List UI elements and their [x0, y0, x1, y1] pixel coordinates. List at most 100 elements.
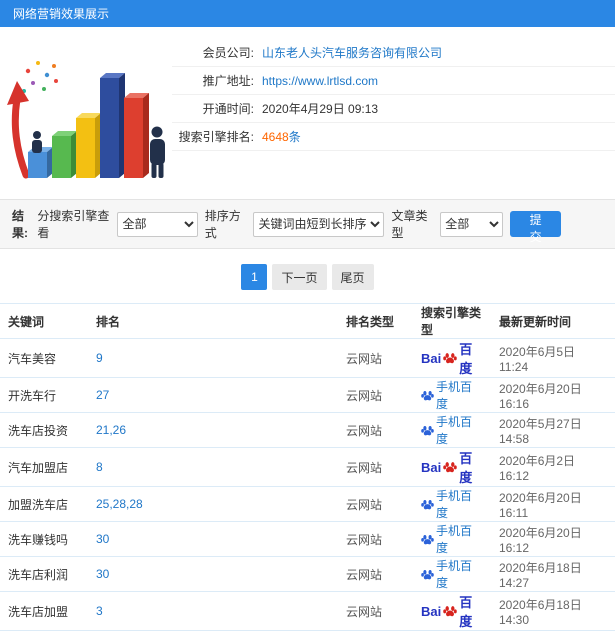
filter-bar: 结果: 分搜索引擎查看 全部 排序方式 关键词由短到长排序 文章类型 全部 提交 [0, 199, 615, 249]
baidu-logo: Bai 百度 [421, 448, 483, 486]
engine-filter-select[interactable]: 全部 [117, 211, 198, 237]
keyword-cell: 洗车赚钱吗 [0, 521, 88, 557]
mobile-baidu-logo: 手机百度 [421, 413, 483, 447]
mobile-baidu-label: 手机百度 [436, 489, 473, 520]
baidu-logo: Bai 百度 [421, 592, 483, 630]
rank-type-cell: 云网站 [338, 412, 413, 448]
rank-cell[interactable]: 30 [88, 556, 338, 592]
baidu-paw-icon [443, 351, 458, 365]
mobile-baidu-logo: 手机百度 [421, 378, 483, 412]
rank-type-cell: 云网站 [338, 486, 413, 522]
rank-type-cell: 云网站 [338, 556, 413, 592]
info-row-company: 会员公司: 山东老人头汽车服务咨询有限公司 [172, 39, 615, 67]
bars [28, 73, 149, 178]
rank-cell[interactable]: 9 [88, 338, 338, 378]
baidu-logo-suffix: 百度 [459, 451, 473, 485]
rank-cell[interactable]: 30 [88, 521, 338, 557]
keyword-cell: 汽车美容 [0, 338, 88, 378]
keyword-cell: 开洗车行 [0, 377, 88, 413]
col-header-keyword: 关键词 [0, 303, 88, 339]
col-header-rank-type: 排名类型 [338, 303, 413, 339]
table-row: 洗车赚钱吗 30 云网站 手机百度 2020年6月20日 16:12 [0, 521, 615, 557]
businessman-figure [150, 126, 165, 178]
engine-cell: 手机百度 [413, 556, 491, 592]
table-row: 洗车店投资 21,26 云网站 手机百度 2020年5月27日 14:58 [0, 412, 615, 448]
info-fields: 会员公司: 山东老人头汽车服务咨询有限公司 推广地址: https://www.… [172, 33, 615, 183]
baidu-logo: Bai 百度 [421, 339, 483, 377]
results-section-label: 结果: [12, 209, 28, 240]
rank-type-cell: 云网站 [338, 377, 413, 413]
rank-cell[interactable]: 8 [88, 447, 338, 487]
sort-mode-select[interactable]: 关键词由短到长排序 [253, 211, 385, 237]
page-button-current[interactable]: 1 [241, 264, 268, 290]
pagination: 1 下一页 尾页 [0, 264, 615, 290]
baidu-logo-prefix: Bai [421, 459, 442, 475]
rank-cell[interactable]: 21,26 [88, 412, 338, 448]
time-cell: 2020年6月20日 16:11 [491, 486, 615, 522]
keyword-cell: 洗车店加盟 [0, 591, 88, 631]
submit-button[interactable]: 提交 [510, 211, 562, 244]
time-cell: 2020年6月20日 16:16 [491, 377, 615, 413]
small-businessman-figure [32, 131, 42, 153]
mobile-baidu-paw-icon [421, 498, 434, 511]
rank-cell[interactable]: 25,28,28 [88, 486, 338, 522]
time-cell: 2020年6月20日 16:12 [491, 521, 615, 557]
mobile-baidu-paw-icon [421, 389, 434, 402]
baidu-logo-prefix: Bai [421, 603, 442, 619]
engine-cell: 手机百度 [413, 486, 491, 522]
table-row: 开洗车行 27 云网站 手机百度 2020年6月20日 16:16 [0, 377, 615, 413]
time-cell: 2020年6月2日 16:12 [491, 447, 615, 487]
keyword-cell: 洗车店投资 [0, 412, 88, 448]
mobile-baidu-paw-icon [421, 568, 434, 581]
page-title: 网络营销效果展示 [13, 7, 110, 21]
promo-url-label: 推广地址: [202, 74, 254, 88]
engine-cell: 手机百度 [413, 412, 491, 448]
mobile-baidu-logo: 手机百度 [421, 522, 483, 556]
confetti-dots [22, 61, 58, 93]
rank-type-cell: 云网站 [338, 447, 413, 487]
sort-mode-label: 排序方式 [204, 209, 241, 240]
open-time-value: 2020年4月29日 09:13 [262, 102, 379, 116]
rank-type-cell: 云网站 [338, 338, 413, 378]
info-row-url: 推广地址: https://www.lrtlsd.com [172, 67, 615, 95]
mobile-baidu-paw-icon [421, 424, 434, 437]
mobile-baidu-label: 手机百度 [436, 559, 473, 590]
rank-cell[interactable]: 3 [88, 591, 338, 631]
table-header-row: 关键词 排名 排名类型 搜索引擎类型 最新更新时间 [0, 303, 615, 339]
last-page-button[interactable]: 尾页 [331, 264, 374, 290]
mobile-baidu-logo: 手机百度 [421, 557, 483, 591]
results-table: 关键词 排名 排名类型 搜索引擎类型 最新更新时间 汽车美容 9 云网站 Bai 百度 2… [0, 303, 615, 631]
next-page-button[interactable]: 下一页 [272, 264, 327, 290]
rank-count-number: 4648 [262, 130, 289, 144]
growth-arrow [7, 81, 30, 179]
company-link[interactable]: 山东老人头汽车服务咨询有限公司 [262, 44, 442, 61]
mobile-baidu-label: 手机百度 [436, 380, 473, 411]
rank-count-value: 4648条 [262, 128, 301, 145]
bar-chart-illustration-svg [7, 61, 165, 179]
keyword-cell: 洗车店利润 [0, 556, 88, 592]
mobile-baidu-label: 手机百度 [436, 415, 473, 446]
time-cell: 2020年6月18日 14:27 [491, 556, 615, 592]
mobile-baidu-label: 手机百度 [436, 524, 473, 555]
mobile-baidu-paw-icon [421, 533, 434, 546]
time-cell: 2020年6月5日 11:24 [491, 338, 615, 378]
promo-url-link[interactable]: https://www.lrtlsd.com [262, 74, 378, 88]
mobile-baidu-logo: 手机百度 [421, 487, 483, 521]
baidu-logo-prefix: Bai [421, 350, 442, 366]
open-time-label: 开通时间: [202, 102, 254, 116]
engine-filter-label: 分搜索引擎查看 [37, 209, 110, 240]
rank-cell[interactable]: 27 [88, 377, 338, 413]
rank-count-unit: 条 [288, 130, 301, 144]
engine-cell: 手机百度 [413, 377, 491, 413]
table-row: 加盟洗车店 25,28,28 云网站 手机百度 2020年6月20日 16:11 [0, 486, 615, 522]
engine-cell: 手机百度 [413, 521, 491, 557]
table-row: 洗车店利润 30 云网站 手机百度 2020年6月18日 14:27 [0, 556, 615, 592]
rank-count-label: 搜索引擎排名: [178, 130, 254, 144]
col-header-engine-type: 搜索引擎类型 [413, 303, 491, 339]
baidu-logo-suffix: 百度 [459, 595, 473, 629]
article-type-select[interactable]: 全部 [440, 211, 504, 237]
col-header-update-time: 最新更新时间 [491, 303, 615, 339]
keyword-cell: 加盟洗车店 [0, 486, 88, 522]
rank-type-cell: 云网站 [338, 591, 413, 631]
table-row: 汽车美容 9 云网站 Bai 百度 2020年6月5日 11:24 [0, 338, 615, 378]
